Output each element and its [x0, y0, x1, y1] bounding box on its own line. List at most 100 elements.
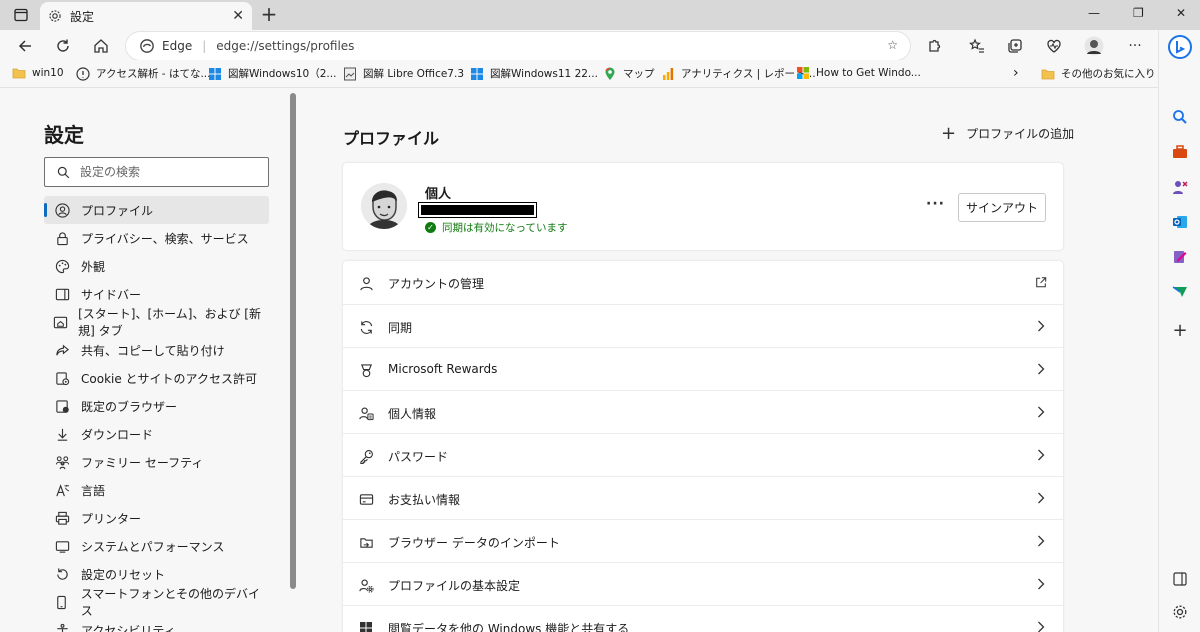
bookmarks-overflow-chevron-icon[interactable]: › [1013, 65, 1019, 81]
settings-nav-scrollbar[interactable] [289, 89, 297, 632]
extensions-icon[interactable] [923, 35, 945, 57]
title-bar: 設定 ✕ + — ❐ ✕ [0, 0, 1200, 30]
back-button[interactable] [14, 35, 36, 57]
bookmark-analytics[interactable]: アナリティクス | レポート... [661, 66, 816, 81]
nav-item-start-home-tabs[interactable]: [スタート]、[ホーム]、および [新規] タブ [44, 307, 269, 338]
more-menu-icon[interactable]: ··· [1124, 35, 1146, 57]
cookie-icon [53, 369, 71, 387]
profile-avatar[interactable] [1083, 35, 1105, 57]
address-bar[interactable]: Edge | edge://settings/profiles ☆ [126, 32, 910, 60]
page-title: プロファイル [343, 129, 440, 148]
nav-item-languages[interactable]: 言語 [44, 476, 269, 504]
tab-title: 設定 [70, 9, 95, 24]
bookmark-maps[interactable]: マップ [603, 66, 655, 81]
sync-status-text: 同期は有効になっています [442, 222, 568, 234]
row-manage-account[interactable]: アカウントの管理 [343, 261, 1063, 304]
profile-more-options-button[interactable]: ··· [926, 196, 945, 212]
account-icon [357, 274, 375, 292]
bookmark-windows10[interactable]: 図解Windows10（2... [208, 66, 336, 81]
new-tab-button[interactable]: + [258, 4, 280, 26]
bookmark-how-to-get-windows[interactable]: How to Get Windo... [796, 66, 921, 80]
rewards-icon [357, 361, 375, 379]
row-profile-preferences[interactable]: プロファイルの基本設定 [343, 562, 1063, 605]
nav-item-appearance[interactable]: 外観 [44, 252, 269, 280]
sidebar-designer-icon[interactable] [1168, 245, 1192, 269]
nav-item-share-copy-paste[interactable]: 共有、コピーして貼り付け [44, 336, 269, 364]
nav-item-default-browser[interactable]: 既定のブラウザー [44, 392, 269, 420]
bing-chat-button[interactable] [1168, 35, 1192, 59]
nav-item-cookies[interactable]: Cookie とサイトのアクセス許可 [44, 364, 269, 392]
favorite-star-icon[interactable]: ☆ [887, 38, 898, 52]
download-icon [53, 425, 71, 443]
sidebar-tools-icon[interactable] [1168, 140, 1192, 164]
favorites-icon[interactable] [966, 35, 988, 57]
folder-icon [12, 68, 26, 79]
sidebar-search-icon[interactable] [1168, 105, 1192, 129]
home-button[interactable] [90, 35, 112, 57]
profile-settings-icon [357, 576, 375, 594]
nav-item-phone-devices[interactable]: スマートフォンとその他のデバイス [44, 587, 269, 618]
settings-navigation: 設定 プロファイル プライバシー、検索、サービス 外観 サイドバー [スタート]… [0, 89, 298, 632]
row-payment-info[interactable]: お支払い情報 [343, 476, 1063, 519]
nav-item-sidebar[interactable]: サイドバー [44, 280, 269, 308]
sidebar-icon [53, 285, 71, 303]
windows-logo-icon [471, 67, 483, 80]
chevron-right-icon [1035, 576, 1047, 592]
add-profile-button[interactable]: + プロファイルの追加 [941, 124, 1075, 142]
restore-icon[interactable]: ❐ [1133, 6, 1144, 20]
bookmark-windows11[interactable]: 図解Windows11 22... [470, 66, 598, 81]
favorites-bar: win10 アクセス解析 - はてな... 図解Windows10（2... 図… [0, 60, 1158, 88]
nav-item-accessibility[interactable]: アクセシビリティ [44, 616, 269, 632]
system-icon [53, 537, 71, 555]
url-text: edge://settings/profiles [216, 39, 355, 53]
settings-search-input[interactable] [80, 165, 250, 179]
nav-item-downloads[interactable]: ダウンロード [44, 420, 269, 448]
site-label: Edge [162, 39, 193, 53]
add-profile-label: プロファイルの追加 [966, 127, 1075, 141]
sidebar-outlook-icon[interactable] [1168, 210, 1192, 234]
window-close-icon[interactable]: ✕ [1176, 6, 1186, 20]
share-icon [53, 341, 71, 359]
nav-item-profiles[interactable]: プロファイル [44, 196, 269, 224]
sidebar-send-icon[interactable] [1168, 280, 1192, 304]
bookmark-folder-win10[interactable]: win10 [12, 66, 64, 80]
sidebar-hide-icon[interactable] [1168, 567, 1192, 591]
bookmark-hatena[interactable]: アクセス解析 - はてな... [76, 66, 210, 81]
active-tab[interactable]: 設定 ✕ [40, 2, 252, 30]
nav-item-family-safety[interactable]: ファミリー セーフティ [44, 448, 269, 476]
settings-search-box[interactable] [44, 157, 269, 187]
microsoft-logo-icon [797, 67, 809, 79]
minimize-icon[interactable]: — [1088, 6, 1100, 20]
reset-icon [53, 565, 71, 583]
sign-out-button[interactable]: サインアウト [958, 193, 1046, 222]
row-personal-info[interactable]: 個人情報 [343, 390, 1063, 433]
close-tab-icon[interactable]: ✕ [232, 8, 244, 24]
settings-nav-scroll-thumb[interactable] [290, 93, 296, 589]
row-passwords[interactable]: パスワード [343, 433, 1063, 476]
row-share-browsing-data-windows[interactable]: 閲覧データを他の Windows 機能と共有する [343, 605, 1063, 632]
performance-heart-icon[interactable] [1043, 35, 1065, 57]
card-icon [357, 490, 375, 508]
nav-item-reset-settings[interactable]: 設定のリセット [44, 560, 269, 588]
tab-actions-button[interactable] [8, 5, 34, 25]
nav-item-printers[interactable]: プリンター [44, 504, 269, 532]
sync-icon [357, 318, 375, 336]
bookmark-folder-other-favorites[interactable]: その他のお気に入り [1041, 66, 1156, 81]
nav-item-system-performance[interactable]: システムとパフォーマンス [44, 532, 269, 560]
folder-icon [1041, 69, 1055, 79]
refresh-button[interactable] [52, 35, 74, 57]
sidebar-add-icon[interactable]: + [1168, 318, 1192, 342]
row-sync[interactable]: 同期 [343, 304, 1063, 347]
row-import-browser-data[interactable]: ブラウザー データのインポート [343, 519, 1063, 562]
settings-title: 設定 [44, 123, 84, 147]
sidebar-settings-gear-icon[interactable] [1168, 600, 1192, 624]
bookmark-libre-office[interactable]: 図解 Libre Office7.3 [343, 66, 464, 81]
chevron-right-icon [1035, 619, 1047, 632]
sync-status: ✓ 同期は有効になっています [425, 220, 567, 235]
collections-icon[interactable] [1004, 35, 1026, 57]
sidebar-games-icon[interactable] [1168, 175, 1192, 199]
row-microsoft-rewards[interactable]: Microsoft Rewards [343, 347, 1063, 390]
url-separator: | [202, 39, 207, 53]
back-arrow-icon [18, 40, 31, 52]
nav-item-privacy[interactable]: プライバシー、検索、サービス [44, 224, 269, 252]
